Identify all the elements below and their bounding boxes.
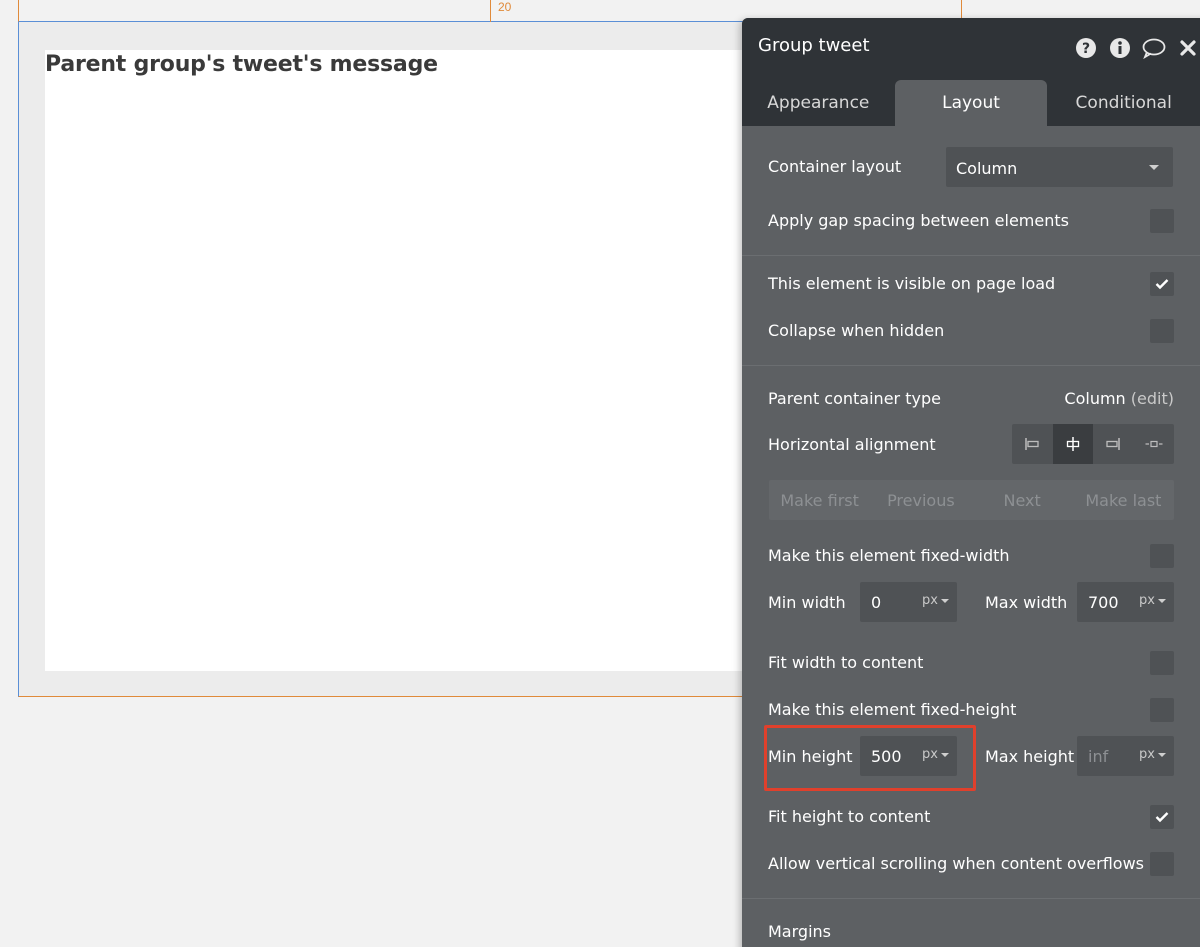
tab-appearance[interactable]: Appearance — [742, 80, 895, 126]
max-width-value: 700 — [1088, 593, 1119, 612]
panel-header: Group tweet ? — [742, 18, 1200, 80]
section-divider — [742, 898, 1200, 899]
tweet-message-text[interactable]: Parent group's tweet's message — [45, 52, 438, 77]
fit-width-checkbox[interactable] — [1150, 651, 1174, 675]
min-width-input[interactable]: 0 px — [860, 582, 957, 622]
fit-width-label: Fit width to content — [768, 653, 924, 672]
panel-title[interactable]: Group tweet — [758, 35, 870, 56]
fit-height-label: Fit height to content — [768, 807, 931, 826]
header-icons: ? — [1074, 36, 1200, 60]
previous-button[interactable]: Previous — [870, 480, 971, 520]
gap-spacing-label: Apply gap spacing between elements — [768, 211, 1069, 230]
max-width-input[interactable]: 700 px — [1077, 582, 1174, 622]
max-width-label: Max width — [985, 593, 1068, 612]
min-width-value: 0 — [871, 593, 882, 612]
fixed-height-row: Make this element fixed-height — [768, 697, 1174, 723]
horizontal-alignment-control — [1012, 424, 1174, 464]
min-height-label: Min height — [768, 747, 853, 766]
next-button[interactable]: Next — [972, 480, 1073, 520]
fit-width-row: Fit width to content — [768, 650, 1174, 676]
min-height-value: 500 — [871, 747, 902, 766]
parent-container-value-group: Column (edit) — [1064, 386, 1174, 412]
max-height-label: Max height — [985, 747, 1075, 766]
align-stretch-button[interactable] — [1134, 424, 1175, 464]
align-center-button[interactable] — [1052, 424, 1093, 464]
collapse-hidden-label: Collapse when hidden — [768, 321, 945, 340]
visible-on-load-row: This element is visible on page load — [768, 271, 1174, 297]
fit-height-checkbox[interactable] — [1150, 805, 1174, 829]
fixed-height-checkbox[interactable] — [1150, 698, 1174, 722]
vertical-scroll-label: Allow vertical scrolling when content ov… — [768, 854, 1145, 873]
visible-on-load-label: This element is visible on page load — [768, 274, 1056, 293]
min-height-unit-select[interactable]: px — [922, 747, 949, 762]
element-order-control: Make first Previous Next Make last — [769, 480, 1174, 520]
fixed-width-checkbox[interactable] — [1150, 544, 1174, 568]
help-icon[interactable]: ? — [1074, 36, 1098, 60]
fit-height-row: Fit height to content — [768, 804, 1174, 830]
margins-label: Margins — [768, 922, 831, 941]
ruler-distance-label: 20 — [498, 0, 512, 14]
caret-down-icon — [941, 598, 949, 603]
container-layout-select[interactable]: Column — [946, 147, 1173, 187]
collapse-hidden-row: Collapse when hidden — [768, 318, 1174, 344]
info-icon[interactable] — [1108, 36, 1132, 60]
group-inner-area[interactable] — [45, 50, 758, 671]
max-height-unit: px — [1139, 747, 1155, 762]
parent-container-edit-link[interactable]: (edit) — [1131, 389, 1174, 408]
tab-layout[interactable]: Layout — [894, 80, 1048, 126]
ruler-guide-left — [490, 0, 491, 22]
svg-text:?: ? — [1082, 41, 1090, 57]
close-icon[interactable] — [1176, 36, 1200, 60]
visible-on-load-checkbox[interactable] — [1150, 272, 1174, 296]
tab-conditional[interactable]: Conditional — [1047, 80, 1200, 126]
max-width-unit: px — [1139, 593, 1155, 608]
caret-down-icon — [1158, 598, 1166, 603]
container-layout-value: Column — [956, 159, 1018, 178]
parent-container-label: Parent container type — [768, 389, 941, 408]
tab-bar: Appearance Layout Conditional — [742, 80, 1200, 126]
fixed-width-label: Make this element fixed-width — [768, 546, 1010, 565]
min-width-label: Min width — [768, 593, 846, 612]
parent-container-row: Parent container type Column (edit) — [768, 386, 1174, 412]
parent-container-value: Column — [1064, 389, 1126, 408]
fixed-width-row: Make this element fixed-width — [768, 543, 1174, 569]
comment-icon[interactable] — [1142, 36, 1166, 60]
vertical-scroll-row: Allow vertical scrolling when content ov… — [768, 851, 1174, 877]
fixed-height-label: Make this element fixed-height — [768, 700, 1017, 719]
max-width-unit-select[interactable]: px — [1139, 593, 1166, 608]
make-last-button[interactable]: Make last — [1073, 480, 1174, 520]
make-first-button[interactable]: Make first — [769, 480, 870, 520]
max-height-unit-select[interactable]: px — [1139, 747, 1166, 762]
caret-down-icon — [941, 752, 949, 757]
align-left-button[interactable] — [1012, 424, 1053, 464]
max-height-input[interactable]: inf px — [1077, 736, 1174, 776]
section-divider — [742, 365, 1200, 366]
gap-spacing-checkbox[interactable] — [1150, 209, 1174, 233]
max-height-placeholder: inf — [1088, 747, 1109, 766]
caret-down-icon — [1158, 752, 1166, 757]
vertical-scroll-checkbox[interactable] — [1150, 852, 1174, 876]
min-height-unit: px — [922, 747, 938, 762]
min-width-unit: px — [922, 593, 938, 608]
section-divider — [742, 255, 1200, 256]
property-editor: Group tweet ? Appearance Layout Conditio… — [742, 18, 1200, 947]
align-right-button[interactable] — [1093, 424, 1134, 464]
horizontal-alignment-label: Horizontal alignment — [768, 435, 936, 454]
min-width-unit-select[interactable]: px — [922, 593, 949, 608]
collapse-hidden-checkbox[interactable] — [1150, 319, 1174, 343]
gap-spacing-row: Apply gap spacing between elements — [768, 208, 1174, 234]
chevron-down-icon — [1149, 165, 1159, 170]
min-height-input[interactable]: 500 px — [860, 736, 957, 776]
